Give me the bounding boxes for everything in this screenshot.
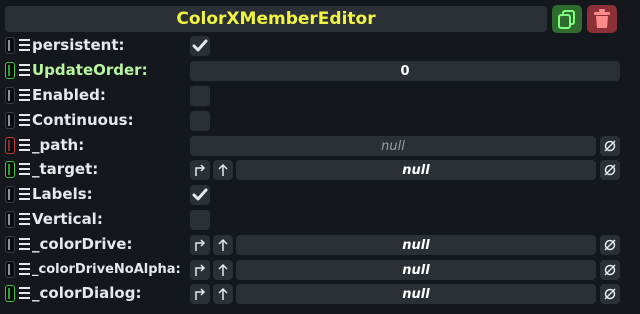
- select-target-button[interactable]: [213, 160, 233, 180]
- duplicate-icon: [558, 10, 575, 29]
- arrow-up-icon: [218, 163, 228, 176]
- field-row-enabled: Enabled:: [0, 84, 640, 108]
- field-label: persistent:: [32, 36, 125, 54]
- null-icon: [604, 288, 616, 300]
- type-pill[interactable]: [5, 261, 15, 278]
- field-label: Enabled:: [32, 86, 106, 104]
- drag-handle-icon[interactable]: [19, 213, 30, 225]
- type-pill[interactable]: [5, 211, 15, 228]
- type-pill[interactable]: [5, 137, 15, 154]
- vertical-checkbox[interactable]: [190, 210, 210, 230]
- field-row-color-drive: _colorDrive: null: [0, 233, 640, 257]
- path-reference-field[interactable]: null: [190, 136, 596, 156]
- open-color-drive-no-alpha-button[interactable]: [190, 260, 210, 280]
- type-pill[interactable]: [5, 87, 15, 104]
- arrow-up-icon: [218, 287, 228, 300]
- drag-handle-icon[interactable]: [19, 238, 30, 250]
- select-color-drive-no-alpha-button[interactable]: [213, 260, 233, 280]
- jump-to-icon: [195, 164, 206, 176]
- field-row-target: _target: null: [0, 158, 640, 182]
- type-pill[interactable]: [5, 236, 15, 253]
- null-icon: [604, 239, 616, 251]
- trash-icon: [594, 9, 610, 28]
- field-row-vertical: Vertical:: [0, 208, 640, 232]
- open-color-dialog-button[interactable]: [190, 284, 210, 304]
- enabled-checkbox[interactable]: [190, 86, 210, 106]
- null-icon: [604, 264, 616, 276]
- clear-color-dialog-button[interactable]: [600, 284, 620, 304]
- arrow-up-icon: [218, 263, 228, 276]
- type-pill[interactable]: [5, 285, 15, 302]
- target-reference-field[interactable]: null: [236, 160, 596, 180]
- type-pill[interactable]: [5, 161, 15, 178]
- drag-handle-icon[interactable]: [19, 188, 30, 200]
- field-row-update-order: UpdateOrder: 0: [0, 59, 640, 83]
- field-row-path: _path: null: [0, 134, 640, 158]
- field-label: _colorDriveNoAlpha:: [32, 262, 181, 277]
- labels-checkbox[interactable]: [190, 185, 210, 205]
- field-label: Labels:: [32, 185, 93, 203]
- field-label: Vertical:: [32, 210, 103, 228]
- field-label: _path:: [32, 136, 85, 154]
- type-pill[interactable]: [5, 62, 15, 79]
- field-row-continuous: Continuous:: [0, 109, 640, 133]
- field-row-persistent: persistent:: [0, 34, 640, 58]
- select-color-drive-button[interactable]: [213, 235, 233, 255]
- arrow-up-icon: [218, 238, 228, 251]
- drag-handle-icon[interactable]: [19, 64, 30, 76]
- duplicate-button[interactable]: [552, 5, 582, 33]
- editor-title: ColorXMemberEditor: [176, 9, 376, 29]
- drag-handle-icon[interactable]: [19, 114, 30, 126]
- drag-handle-icon[interactable]: [19, 287, 30, 299]
- field-label: _colorDrive:: [32, 235, 133, 253]
- select-color-dialog-button[interactable]: [213, 284, 233, 304]
- drag-handle-icon[interactable]: [19, 263, 30, 275]
- type-pill[interactable]: [5, 112, 15, 129]
- delete-button[interactable]: [587, 5, 617, 33]
- field-row-color-drive-no-alpha: _colorDriveNoAlpha: null: [0, 258, 640, 282]
- color-drive-no-alpha-reference-field[interactable]: null: [236, 260, 596, 280]
- type-pill[interactable]: [5, 186, 15, 203]
- editor-title-bar: ColorXMemberEditor: [5, 6, 547, 32]
- drag-handle-icon[interactable]: [19, 163, 30, 175]
- field-label: UpdateOrder:: [32, 61, 148, 79]
- persistent-checkbox[interactable]: [190, 36, 210, 56]
- field-label: _target:: [32, 160, 99, 178]
- type-pill[interactable]: [5, 37, 15, 54]
- jump-to-icon: [195, 288, 206, 300]
- color-dialog-reference-field[interactable]: null: [236, 284, 596, 304]
- null-icon: [604, 140, 616, 152]
- field-row-labels: Labels:: [0, 183, 640, 207]
- checkmark-icon: [192, 188, 208, 201]
- field-row-color-dialog: _colorDialog: null: [0, 282, 640, 306]
- drag-handle-icon[interactable]: [19, 89, 30, 101]
- update-order-input[interactable]: 0: [190, 61, 620, 81]
- jump-to-icon: [195, 264, 206, 276]
- jump-to-icon: [195, 239, 206, 251]
- field-label: _colorDialog:: [32, 284, 142, 302]
- checkmark-icon: [192, 39, 208, 52]
- continuous-checkbox[interactable]: [190, 111, 210, 131]
- drag-handle-icon[interactable]: [19, 139, 30, 151]
- color-drive-reference-field[interactable]: null: [236, 235, 596, 255]
- clear-color-drive-no-alpha-button[interactable]: [600, 260, 620, 280]
- null-icon: [604, 164, 616, 176]
- clear-target-button[interactable]: [600, 160, 620, 180]
- open-color-drive-button[interactable]: [190, 235, 210, 255]
- open-target-button[interactable]: [190, 160, 210, 180]
- drag-handle-icon[interactable]: [19, 39, 30, 51]
- clear-path-button[interactable]: [600, 136, 620, 156]
- field-label: Continuous:: [32, 111, 134, 129]
- clear-color-drive-button[interactable]: [600, 235, 620, 255]
